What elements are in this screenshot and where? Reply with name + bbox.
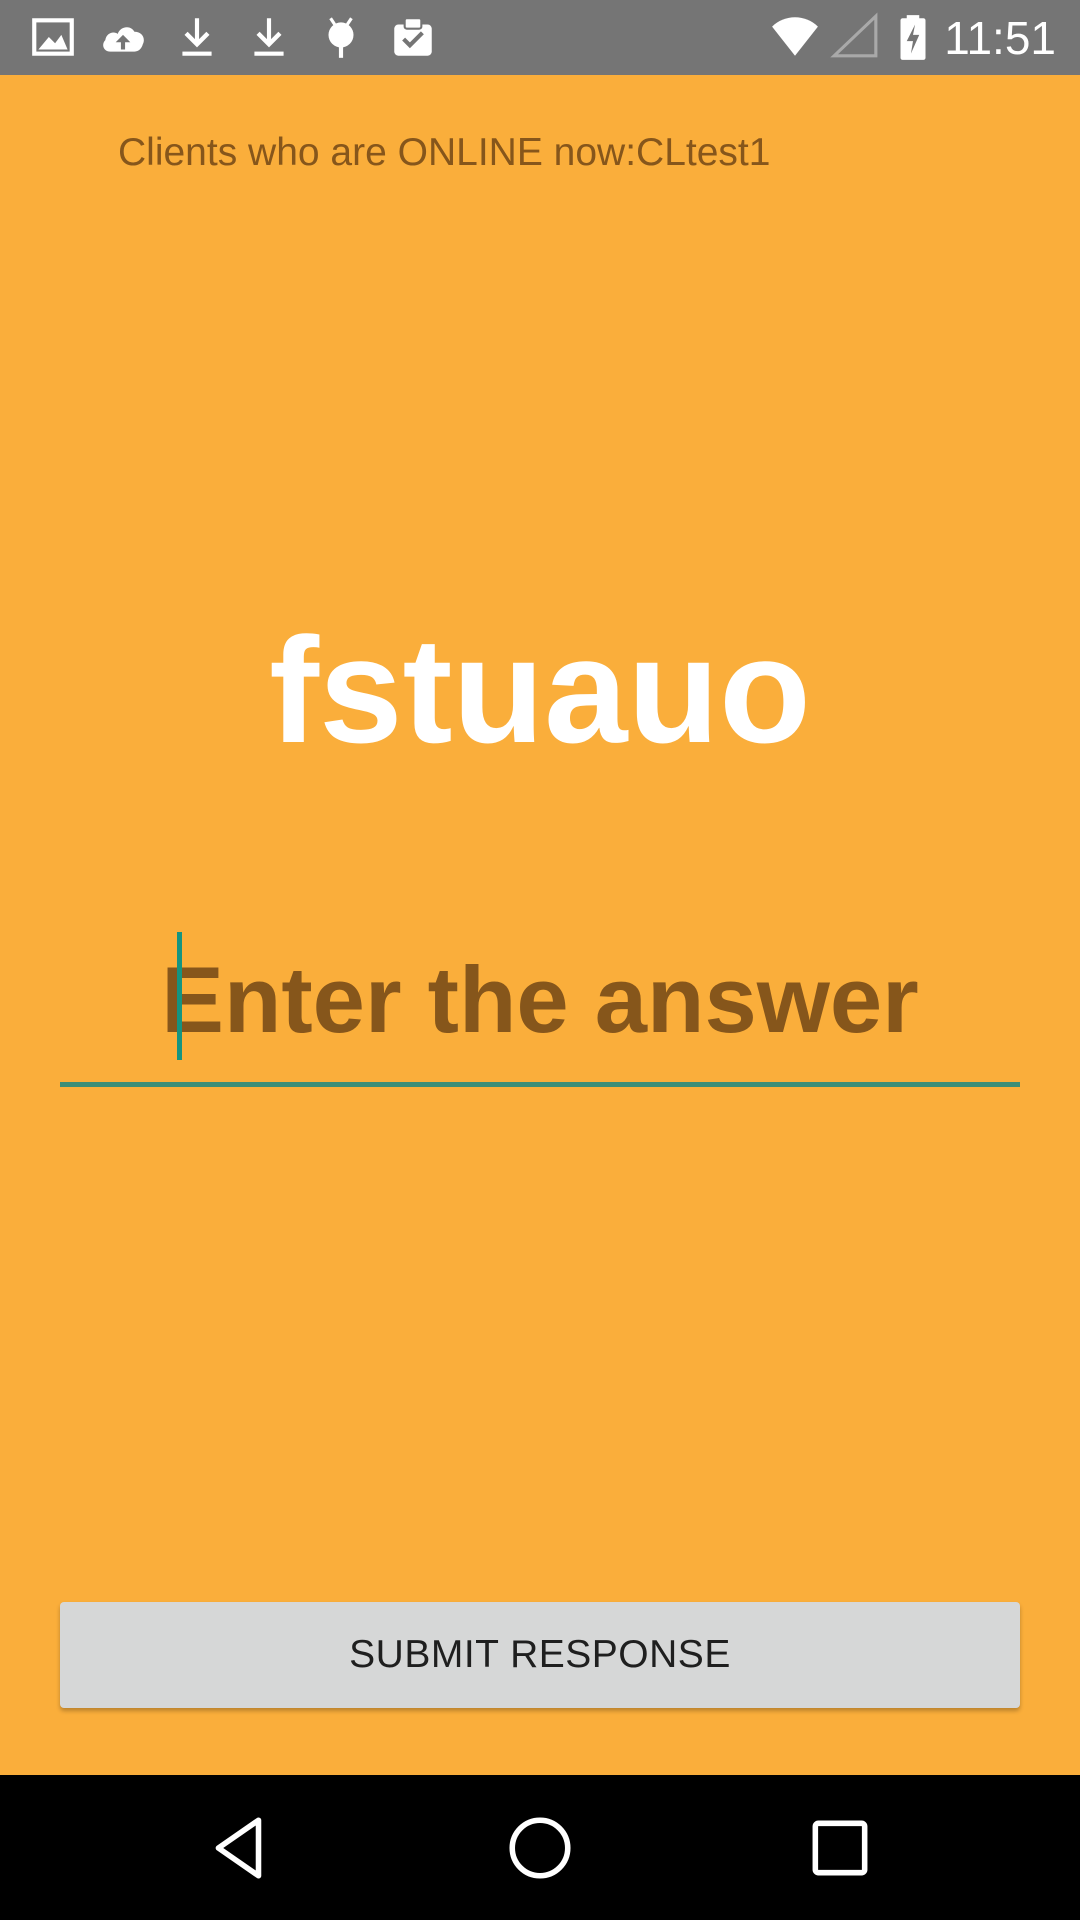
answer-field[interactable] [60,920,1020,1088]
back-icon[interactable] [203,1811,277,1885]
status-time: 11:51 [944,12,1056,64]
wifi-icon [770,12,820,62]
android-icon [316,12,366,62]
battery-charging-icon [888,12,938,62]
home-icon[interactable] [503,1811,577,1885]
download-icon [244,12,294,62]
image-icon [28,12,78,62]
download-icon [172,12,222,62]
answer-underline [60,1082,1020,1087]
answer-input[interactable] [60,920,1020,1080]
cloud-upload-icon [98,12,148,62]
submit-response-button[interactable]: SUBMIT RESPONSE [60,1602,1020,1708]
app-screen: 11:51 Clients who are ONLINE now:CLtest1… [0,0,1080,1920]
online-clients-label: Clients who are ONLINE now:CLtest1 [118,131,771,174]
clipboard-check-icon [388,12,438,62]
text-cursor [177,932,182,1060]
navigation-bar [0,1775,1080,1920]
cell-signal-icon [830,12,880,62]
recents-icon[interactable] [803,1811,877,1885]
status-bar: 11:51 [0,0,1080,75]
scrambled-word: fstuauo [269,606,811,774]
